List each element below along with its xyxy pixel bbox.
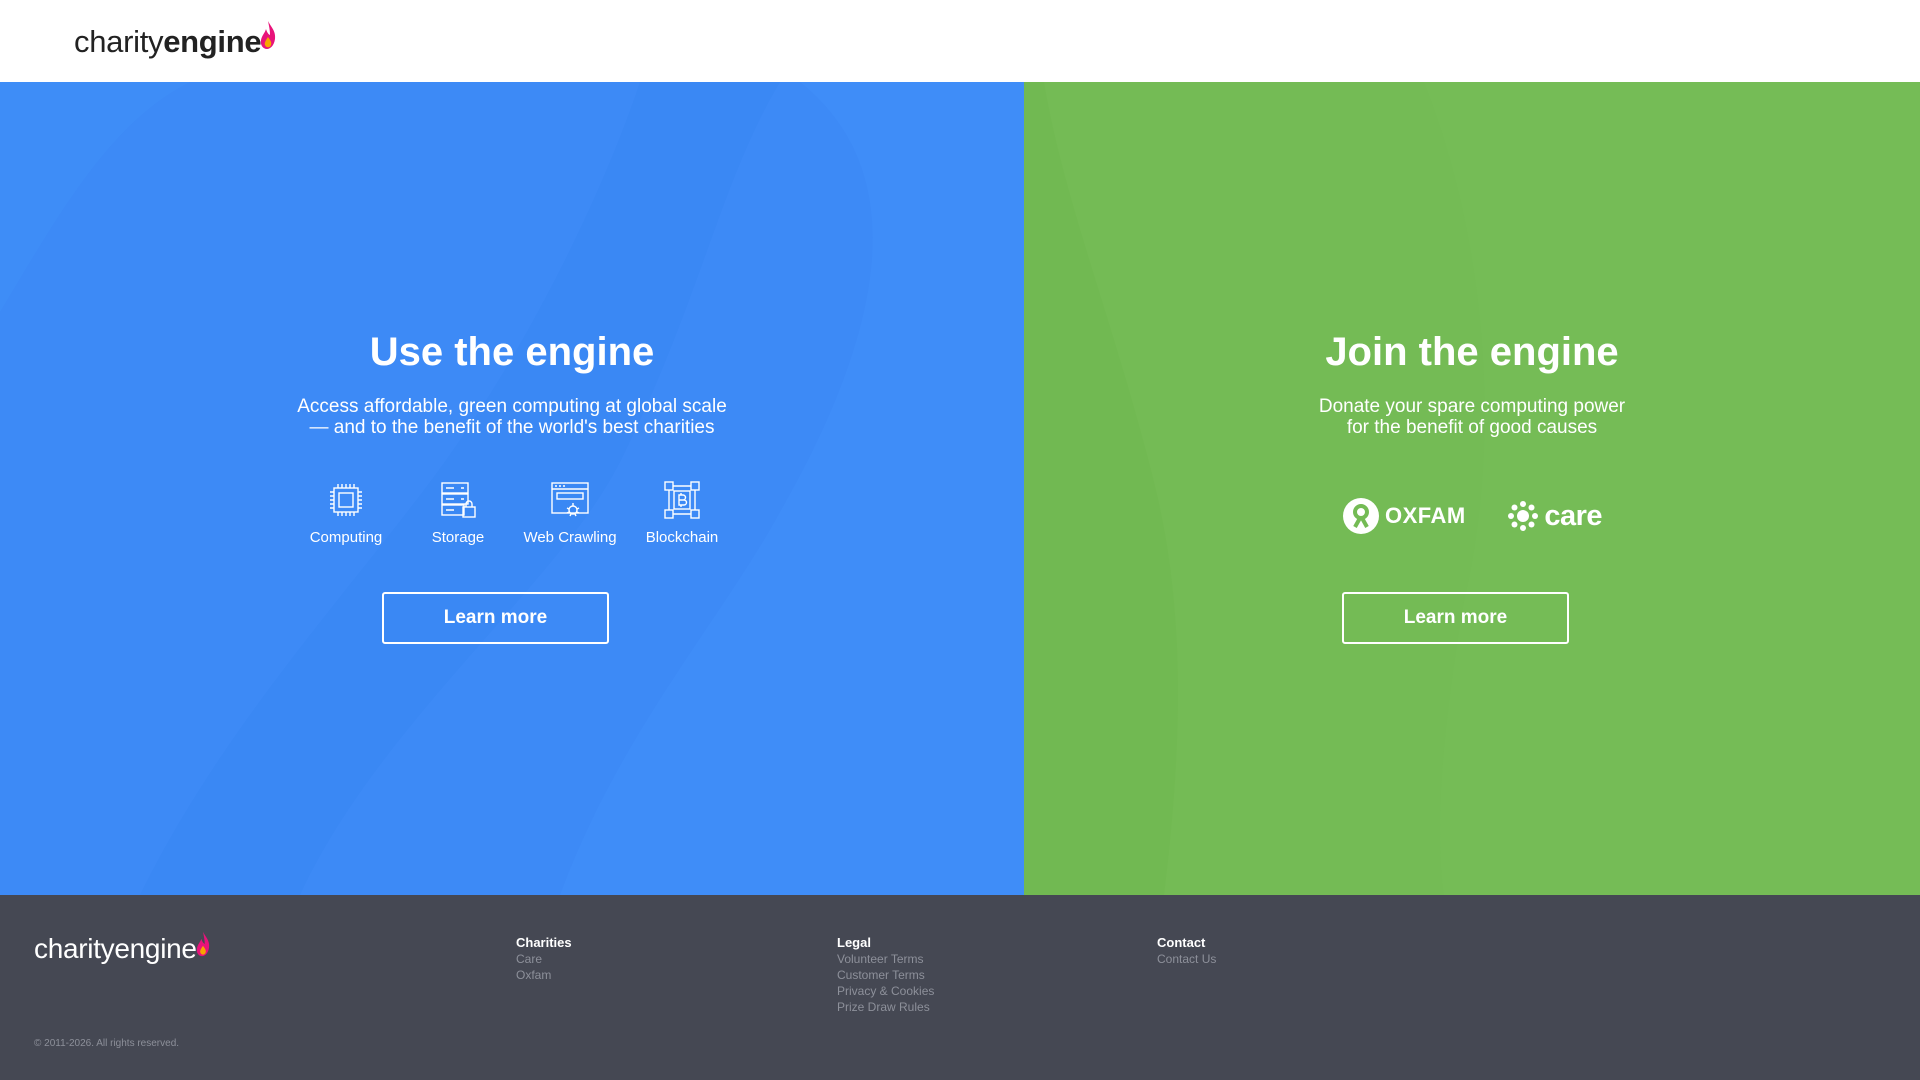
flame-icon — [196, 931, 209, 957]
footer-contact-column: Contact Contact Us — [1157, 935, 1216, 967]
service-label: Computing — [309, 529, 383, 546]
care-label: care — [1544, 499, 1602, 532]
oxfam-logo-icon — [1343, 498, 1379, 534]
footer-column-title: Charities — [516, 935, 572, 950]
service-computing: Computing — [290, 480, 402, 556]
footer-link-oxfam[interactable]: Oxfam — [516, 967, 572, 983]
oxfam-logo[interactable]: OXFAM — [1342, 497, 1466, 535]
storage-server-icon — [441, 482, 476, 518]
footer-link-privacy-cookies[interactable]: Privacy & Cookies — [837, 983, 934, 999]
blockchain-icon — [664, 481, 700, 519]
use-engine-subtitle: Access affordable, green computing at gl… — [297, 396, 727, 438]
charityengine-logo[interactable]: charityengine — [74, 14, 277, 62]
service-list: Computing Storage Web Crawling Blockchai… — [290, 480, 740, 556]
footer-link-customer-terms[interactable]: Customer Terms — [837, 967, 934, 983]
copyright-text: © 2011-2026. All rights reserved. — [34, 1038, 180, 1049]
partner-logos: OXFAM care — [1342, 494, 1602, 538]
logo-wordmark: charityengine — [74, 24, 262, 59]
flame-icon — [261, 21, 276, 49]
join-engine-learn-more-button[interactable]: Learn more — [1342, 592, 1569, 644]
cpu-chip-icon — [330, 484, 362, 516]
use-engine-title: Use the engine — [369, 330, 655, 374]
service-label: Blockchain — [645, 529, 719, 546]
care-logo-icon — [1508, 501, 1539, 531]
use-engine-content: Use the engine Access affordable, green … — [0, 82, 1024, 895]
service-blockchain: Blockchain — [626, 480, 738, 556]
footer-column-title: Legal — [837, 935, 871, 950]
use-engine-panel: Use the engine Access affordable, green … — [0, 82, 1024, 895]
service-storage: Storage — [402, 480, 514, 556]
site-footer: charityengine Charities Care Oxfam Legal… — [0, 895, 1920, 1080]
use-engine-learn-more-button[interactable]: Learn more — [382, 592, 609, 644]
service-web-crawling: Web Crawling — [514, 480, 626, 556]
join-engine-subtitle: Donate your spare computing power for th… — [1318, 396, 1626, 438]
footer-link-prize-draw-rules[interactable]: Prize Draw Rules — [837, 999, 934, 1015]
service-label: Web Crawling — [523, 529, 617, 546]
footer-charities-column: Charities Care Oxfam — [516, 935, 572, 983]
web-crawler-icon — [551, 482, 589, 517]
join-engine-panel: Join the engine Donate your spare comput… — [1024, 82, 1920, 895]
footer-logo-wordmark: charityengine — [34, 933, 197, 964]
service-label: Storage — [431, 529, 485, 546]
footer-link-contact-us[interactable]: Contact Us — [1157, 951, 1216, 967]
join-engine-title: Join the engine — [1325, 330, 1619, 374]
join-engine-content: Join the engine Donate your spare comput… — [1024, 82, 1920, 895]
site-header: charityengine — [0, 0, 1920, 82]
footer-legal-column: Legal Volunteer Terms Customer Terms Pri… — [837, 935, 934, 1015]
footer-column-title: Contact — [1157, 935, 1206, 950]
footer-link-care[interactable]: Care — [516, 951, 572, 967]
footer-charityengine-logo[interactable]: charityengine — [34, 925, 211, 967]
care-logo[interactable]: care — [1507, 500, 1602, 533]
footer-link-volunteer-terms[interactable]: Volunteer Terms — [837, 951, 934, 967]
oxfam-label: OXFAM — [1385, 503, 1466, 528]
